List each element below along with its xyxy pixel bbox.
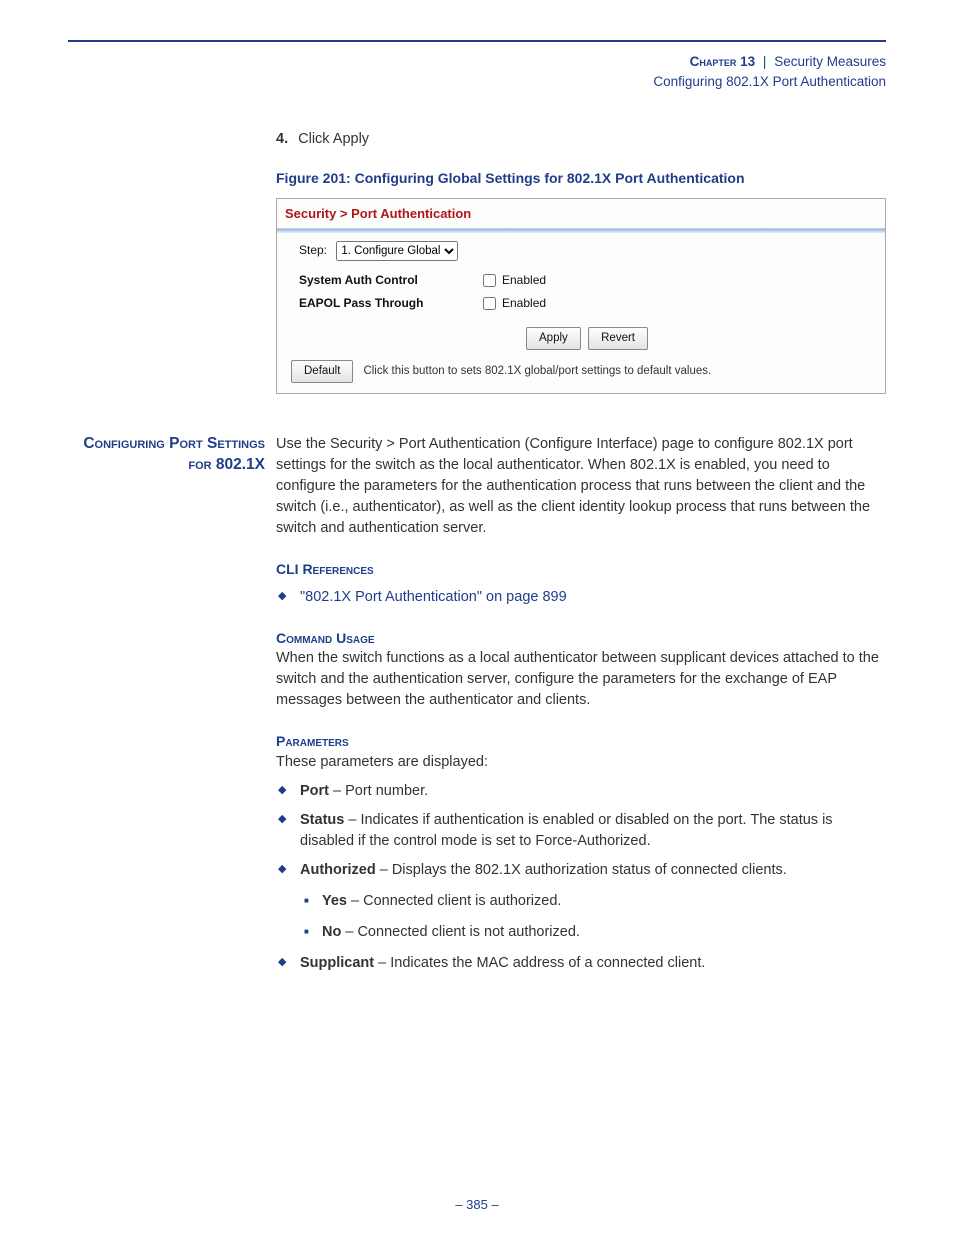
- section-intro: Use the Security > Port Authentication (…: [276, 434, 886, 539]
- page-number: – 385 –: [0, 1196, 954, 1215]
- system-auth-chk-label: Enabled: [502, 272, 546, 289]
- chapter-title: Security Measures: [774, 54, 886, 69]
- chapter-label: Chapter 13: [690, 54, 756, 69]
- command-usage-heading: Command Usage: [276, 628, 886, 648]
- apply-button[interactable]: Apply: [526, 327, 581, 350]
- cli-references-heading: CLI References: [276, 559, 886, 579]
- default-button[interactable]: Default: [291, 360, 353, 383]
- system-auth-label: System Auth Control: [299, 272, 479, 289]
- eapol-checkbox[interactable]: [483, 297, 496, 310]
- revert-button[interactable]: Revert: [588, 327, 648, 350]
- step-row: Step: 1. Configure Global: [299, 241, 875, 261]
- step-number: 4.: [276, 131, 288, 147]
- default-hint: Click this button to sets 802.1X global/…: [363, 363, 711, 380]
- param-port: Port – Port number.: [276, 781, 886, 802]
- running-header: Chapter 13 | Security Measures Configuri…: [68, 52, 886, 91]
- param-authorized: Authorized – Displays the 802.1X authori…: [276, 860, 886, 943]
- command-usage-text: When the switch functions as a local aut…: [276, 648, 886, 711]
- param-authorized-no: No – Connected client is not authorized.: [300, 922, 886, 943]
- step-line: 4. Click Apply: [276, 129, 886, 150]
- step-text: Click Apply: [298, 131, 369, 147]
- parameters-intro: These parameters are displayed:: [276, 752, 886, 773]
- step-select[interactable]: 1. Configure Global: [336, 241, 458, 261]
- eapol-label: EAPOL Pass Through: [299, 295, 479, 312]
- eapol-chk-label: Enabled: [502, 295, 546, 312]
- param-supplicant: Supplicant – Indicates the MAC address o…: [276, 953, 886, 974]
- parameters-heading: Parameters: [276, 731, 886, 751]
- cli-reference-item: "802.1X Port Authentication" on page 899: [276, 587, 886, 608]
- system-auth-checkbox[interactable]: [483, 274, 496, 287]
- figure-caption: Figure 201: Configuring Global Settings …: [276, 168, 886, 188]
- step-label: Step:: [299, 243, 327, 257]
- chapter-subtitle: Configuring 802.1X Port Authentication: [68, 72, 886, 92]
- config-screenshot: Security > Port Authentication Step: 1. …: [276, 198, 886, 393]
- cli-reference-link[interactable]: "802.1X Port Authentication" on page 899: [300, 589, 567, 605]
- param-authorized-yes: Yes – Connected client is authorized.: [300, 891, 886, 912]
- margin-heading: Configuring Port Settings for 802.1X: [65, 434, 265, 476]
- param-status: Status – Indicates if authentication is …: [276, 810, 886, 852]
- panel-title: Security > Port Authentication: [277, 199, 885, 229]
